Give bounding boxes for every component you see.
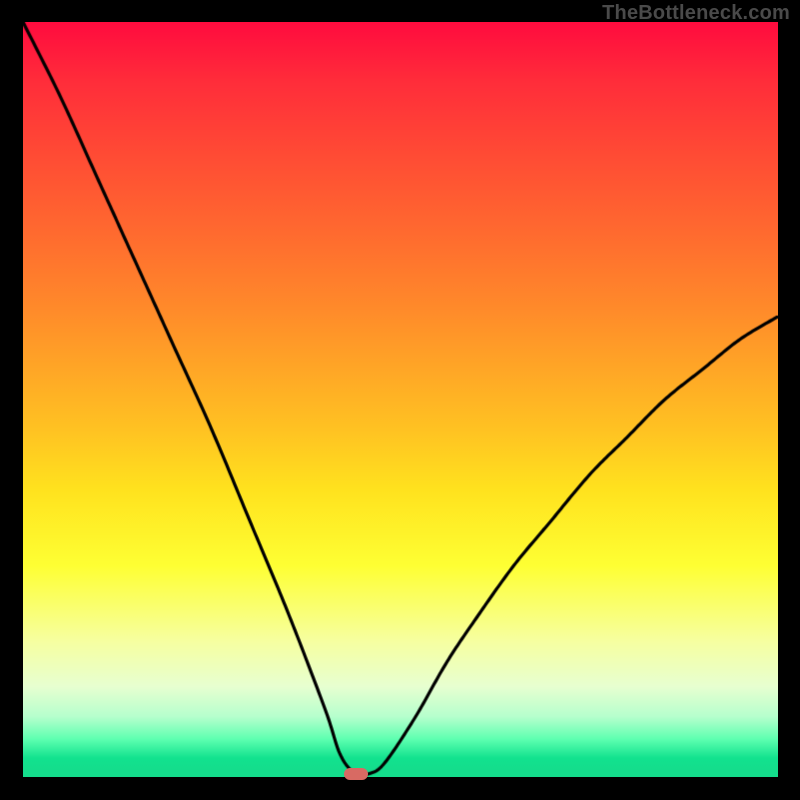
plot-area (22, 22, 778, 778)
chart-stage: TheBottleneck.com (0, 0, 800, 800)
marker-point (344, 768, 368, 780)
curve-canvas (23, 22, 778, 777)
